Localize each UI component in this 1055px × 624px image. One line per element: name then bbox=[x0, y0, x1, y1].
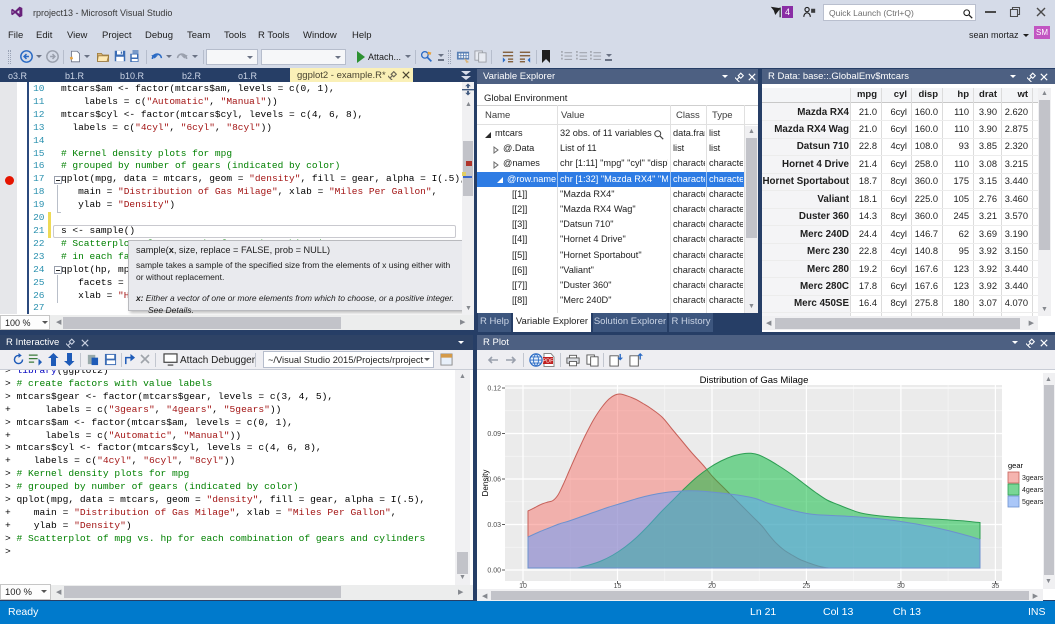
svg-text:5gears: 5gears bbox=[1022, 499, 1043, 506]
svg-text:0.12: 0.12 bbox=[487, 386, 501, 393]
svg-text:PDF: PDF bbox=[543, 359, 554, 365]
svg-text:gear: gear bbox=[1008, 461, 1024, 470]
svg-text:0.00: 0.00 bbox=[487, 568, 501, 575]
svg-text:Density: Density bbox=[481, 470, 490, 497]
svg-text:4gears: 4gears bbox=[1022, 487, 1043, 494]
svg-text:0.03: 0.03 bbox=[487, 522, 501, 529]
svg-text:3gears: 3gears bbox=[1022, 475, 1043, 482]
svg-text:Distribution of Gas Milage: Distribution of Gas Milage bbox=[700, 375, 809, 386]
svg-text:0.09: 0.09 bbox=[487, 431, 501, 438]
